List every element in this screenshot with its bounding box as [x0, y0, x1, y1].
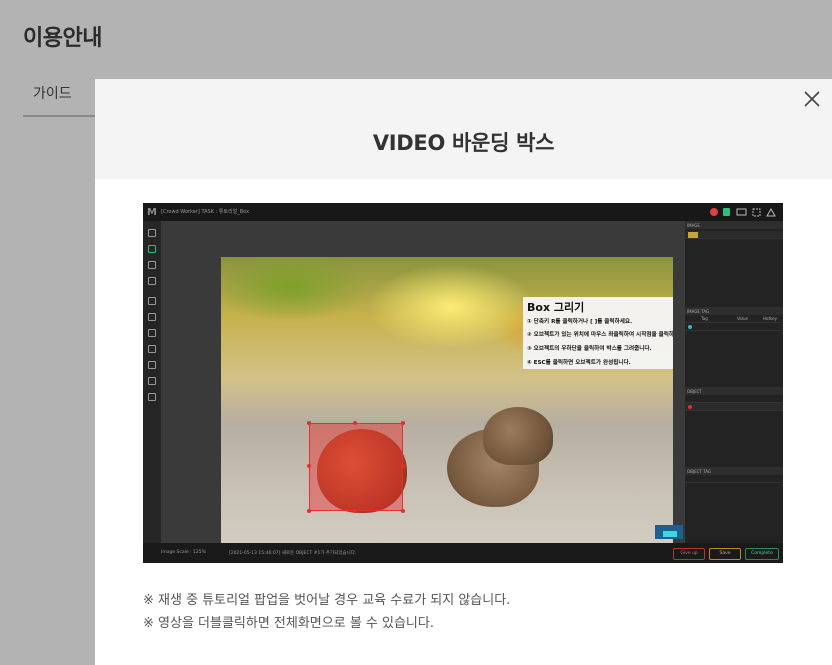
- tutorial-step: ① 단축키 R를 클릭하거나 [ ]를 클릭하세요.: [527, 319, 633, 325]
- minimap: [655, 525, 683, 539]
- crosshair-tool-icon: [148, 277, 156, 285]
- panel-section-header: OBJECT: [685, 387, 783, 395]
- panel-section-label: OBJECT: [687, 389, 702, 394]
- object-dot-icon: [688, 405, 692, 409]
- modal-title: VIDEO 바운딩 박스: [372, 131, 555, 155]
- tag-column: Hotkey: [763, 316, 778, 321]
- tag-column: Value: [737, 316, 748, 321]
- add-tool-icon: [148, 229, 156, 237]
- page-title: 이용안내: [23, 26, 102, 51]
- panel-section-label: OBJECT TAG: [687, 469, 712, 474]
- acorn-photo: Box 그리기 ① 단축키 R를 클릭하거나 [ ]를 클릭하세요. ② 오브젝…: [221, 257, 673, 561]
- tag-column: Tag: [701, 316, 708, 321]
- bbox-handle: [401, 509, 405, 513]
- panel-row: [685, 323, 783, 331]
- bbox-handle: [353, 421, 357, 425]
- tutorial-video[interactable]: M [Crowd Worker] TASK : 튜토리얼_Box Box 그리기…: [143, 203, 783, 563]
- video-toolbar: [143, 221, 161, 543]
- note-line: ※ 영상을 더블클릭하면 전체화면으로 볼 수 있습니다.: [143, 616, 434, 631]
- cuboid-tool-icon: [148, 393, 156, 401]
- note-line: ※ 재생 중 튜토리얼 팝업을 벗어날 경우 교육 수료가 되지 않습니다.: [143, 593, 511, 608]
- tutorial-step: ② 오브젝트가 있는 위치에 마우스 좌클릭하여 시작점을 클릭하세요.: [527, 332, 673, 338]
- panel-section-header: IMAGE: [685, 221, 783, 229]
- panel-row: Tag Value Hotkey: [685, 315, 783, 323]
- point-tool-icon: [148, 313, 156, 321]
- panel-row: [685, 395, 783, 403]
- tab-guide[interactable]: 가이드: [23, 81, 95, 117]
- tab-guide-label: 가이드: [33, 86, 72, 102]
- bbox-handle: [307, 509, 311, 513]
- tutorial-step: ④ ESC를 클릭하면 오브젝트가 완성됩니다.: [527, 360, 631, 366]
- panel-section-header: OBJECT TAG: [685, 467, 783, 475]
- image-scale: Image Scale : 125%: [161, 550, 206, 555]
- video-task-title: [Crowd Worker] TASK : 튜토리얼_Box: [161, 209, 250, 215]
- image-thumbnail: [688, 232, 698, 238]
- minimap-viewport: [663, 531, 677, 537]
- panel-section-label: IMAGE: [687, 223, 700, 228]
- move-tool-icon: [148, 261, 156, 269]
- panel-row: [685, 231, 783, 239]
- annotation-canvas: Box 그리기 ① 단축키 R를 클릭하거나 [ ]를 클릭하세요. ② 오브젝…: [161, 221, 685, 561]
- video-window-icons: [710, 207, 776, 217]
- box-tool-icon: [148, 345, 156, 353]
- tutorial-step: ③ 오브젝트의 우하단을 클릭하여 박스를 그려줍니다.: [527, 346, 652, 352]
- complete-button: Complete: [745, 548, 779, 560]
- bbox-handle: [307, 464, 311, 468]
- video-titlebar: M [Crowd Worker] TASK : 튜토리얼_Box: [143, 203, 783, 221]
- panel-section-header: IMAGE TAG: [685, 307, 783, 315]
- tutorial-modal: VIDEO 바운딩 박스 M [Crowd Worker] TASK : 튜토리…: [95, 79, 832, 665]
- bbox-handle: [401, 421, 405, 425]
- give-up-button: Give up: [673, 548, 705, 560]
- modal-header: VIDEO 바운딩 박스: [95, 79, 832, 179]
- polygon-tool-icon: [148, 329, 156, 337]
- tag-dot-icon: [688, 325, 692, 329]
- tutorial-title: Box 그리기: [527, 301, 585, 314]
- line-tool-icon: [148, 377, 156, 385]
- box-tool-alt-icon: [148, 361, 156, 369]
- video-statusbar: Image Scale : 125% [2021-05-13 15:46:07]…: [143, 543, 783, 563]
- panel-section-label: IMAGE TAG: [687, 309, 710, 314]
- save-button: Save: [709, 548, 741, 560]
- bbox-handle: [353, 509, 357, 513]
- panel-row: [685, 475, 783, 483]
- video-right-panel: IMAGE IMAGE TAG Tag Value Hotkey OBJECT: [655, 221, 783, 543]
- status-message: [2021-05-13 15:46:07] 새로운 OBJECT #1가 추가되…: [229, 551, 357, 556]
- tutorial-overlay: Box 그리기 ① 단축키 R를 클릭하거나 [ ]를 클릭하세요. ② 오브젝…: [523, 297, 673, 369]
- bbox-handle: [401, 464, 405, 468]
- panel-row: [685, 403, 783, 411]
- star-tool-icon: [148, 297, 156, 305]
- acorn-right-cap: [483, 407, 553, 465]
- select-tool-icon: [148, 245, 156, 253]
- bounding-box: [307, 421, 405, 513]
- close-icon[interactable]: [802, 89, 822, 109]
- bbox-handle: [307, 421, 311, 425]
- app-logo-icon: M: [147, 207, 157, 218]
